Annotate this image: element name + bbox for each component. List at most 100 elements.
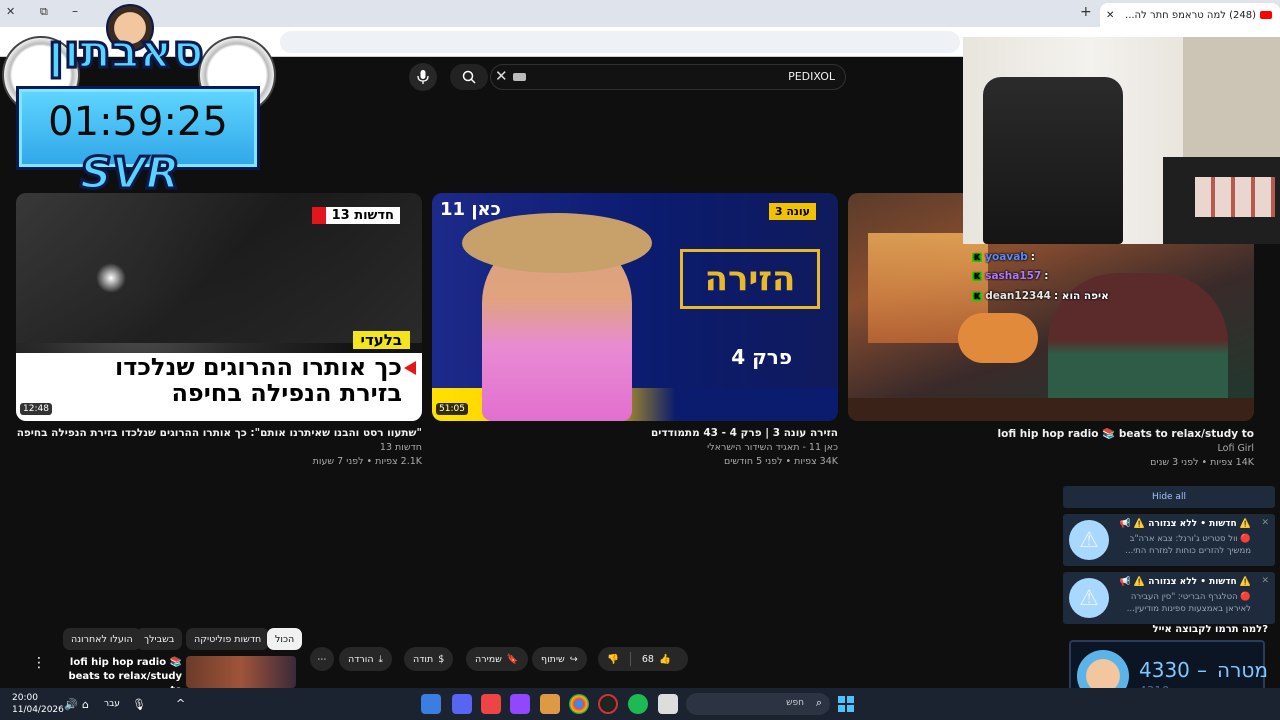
exclusive-tag: בלעדי bbox=[352, 331, 410, 349]
thanks-button[interactable]: תודה $ bbox=[404, 647, 454, 671]
chat-message: K yoavab : bbox=[972, 251, 1035, 263]
video-card[interactable]: כאן 11 עונה 3 הזירה פרק 4 51:05 הזירה עו… bbox=[432, 193, 838, 467]
close-icon[interactable]: ✕ bbox=[1261, 518, 1269, 528]
taskbar-date: 11/04/2026 bbox=[12, 705, 64, 715]
video-title[interactable]: הזירה עונה 3 | פרק 4 - 43 מתמודדים bbox=[432, 427, 838, 439]
volume-icon[interactable]: 🔊 bbox=[64, 698, 78, 711]
tab-title: (248) למה טראמפ חתר לה... bbox=[1125, 9, 1256, 21]
window-maximize-button[interactable]: ⧉ bbox=[40, 5, 48, 19]
dislike-icon[interactable]: 👎 bbox=[607, 654, 619, 665]
taskbar-search-label: חפש bbox=[786, 698, 804, 708]
clear-search-icon[interactable]: ✕ bbox=[495, 67, 508, 85]
twitch-app-icon[interactable] bbox=[510, 694, 530, 714]
tab-close-icon[interactable]: ✕ bbox=[1106, 10, 1114, 21]
video-stats: 34K צפיות • לפני 5 חודשים bbox=[723, 456, 838, 467]
season-badge: עונה 3 bbox=[768, 203, 816, 220]
video-card[interactable]: חדשות 13 בלעדי כך אותרו ההרוגים שנלכדו ב… bbox=[16, 193, 422, 467]
close-icon[interactable]: ✕ bbox=[1261, 576, 1269, 586]
file-explorer-icon[interactable] bbox=[658, 694, 678, 714]
warning-icon: ⚠ bbox=[1069, 520, 1109, 560]
channel-name[interactable]: כאן 11 - תאגיד השידור הישראלי bbox=[432, 442, 838, 453]
obs-app-icon[interactable] bbox=[598, 694, 618, 714]
thumb-desk bbox=[848, 398, 1254, 421]
chrome-app-icon[interactable] bbox=[569, 694, 589, 714]
search-icon bbox=[462, 70, 476, 84]
chip-politics-news[interactable]: חדשות פוליטיקה bbox=[186, 628, 270, 650]
show-logo: הזירה bbox=[680, 249, 820, 309]
save-button[interactable]: שמירה 🔖 bbox=[466, 647, 528, 671]
tray-chevron-icon[interactable]: ^ bbox=[176, 697, 185, 710]
thanks-icon: $ bbox=[438, 653, 445, 665]
chat-text: : bbox=[1030, 251, 1035, 263]
taskbar-clock[interactable]: 20:00 11/04/2026 bbox=[12, 692, 64, 716]
download-button[interactable]: הורדה ⤓ bbox=[339, 647, 392, 671]
thumb-channel-logo: כאן 11 bbox=[440, 199, 501, 220]
thumb-headline-1: כך אותרו ההרוגים שנלכדו bbox=[114, 353, 402, 381]
thanks-label: תודה bbox=[413, 653, 434, 665]
mic-tray-icon[interactable]: 🎙 bbox=[132, 698, 146, 711]
discord-app-icon[interactable] bbox=[452, 694, 472, 714]
search-query: PEDIXOL bbox=[788, 70, 835, 83]
language-indicator[interactable]: עבר bbox=[104, 699, 120, 709]
video-stats: 2.1K צפיות • לפני 7 שעות bbox=[312, 456, 422, 467]
video-thumbnail[interactable]: כאן 11 עונה 3 הזירה פרק 4 51:05 bbox=[432, 193, 838, 421]
taskbar-search[interactable]: ⌕ חפש bbox=[686, 693, 830, 715]
browser-tab-active[interactable]: (248) למה טראמפ חתר לה... ✕ bbox=[1100, 3, 1280, 27]
chip-recently-uploaded[interactable]: הועלו לאחרונה bbox=[63, 628, 141, 650]
search-input[interactable]: ✕ PEDIXOL bbox=[490, 64, 846, 90]
svr-tag: SVR bbox=[79, 147, 182, 201]
webcam-photos bbox=[1195, 177, 1275, 217]
windows-start-icon[interactable] bbox=[838, 696, 854, 712]
more-icon: ⋯ bbox=[317, 653, 327, 665]
video-duration: 51:05 bbox=[436, 403, 468, 415]
app-icon[interactable] bbox=[540, 694, 560, 714]
youtube-favicon-icon bbox=[1260, 11, 1272, 19]
video-title[interactable]: "שתעוו רסט והבנו שאיתרנו אותם": כך אותרו… bbox=[16, 427, 422, 439]
new-tab-button[interactable]: + bbox=[1080, 4, 1092, 20]
chip-all[interactable]: הכול bbox=[267, 628, 303, 650]
chip-for-you[interactable]: בשבילך bbox=[136, 628, 183, 650]
spotify-app-icon[interactable] bbox=[628, 694, 648, 714]
episode-label: פרק 4 bbox=[731, 345, 792, 369]
window-minimize-button[interactable]: – bbox=[72, 4, 78, 18]
chat-text: : bbox=[1044, 270, 1049, 282]
notification-card[interactable]: ⚠ ⚠️ חדשות • ללא צנזורה ⚠️ 📢 🔴 הטלגרף הב… bbox=[1063, 572, 1275, 624]
window-close-button[interactable]: ✕ bbox=[6, 5, 15, 18]
mini-player-thumbnail[interactable] bbox=[186, 656, 296, 688]
hide-all-notifications-button[interactable]: Hide all bbox=[1063, 486, 1275, 508]
video-title[interactable]: lofi hip hop radio 📚 beats to relax/stud… bbox=[848, 427, 1254, 440]
voice-search-button[interactable] bbox=[409, 63, 437, 91]
text-cursor bbox=[513, 73, 526, 81]
notification-card[interactable]: ⚠ ⚠️ חדשות • ללא צנזורה ⚠️ 📢 🔴 וול סטריט… bbox=[1063, 514, 1275, 566]
address-input[interactable] bbox=[280, 31, 960, 53]
save-label: שמירה bbox=[475, 653, 502, 665]
channel-name[interactable]: Lofi Girl bbox=[848, 443, 1255, 454]
channel-name[interactable]: חדשות 13 bbox=[16, 442, 422, 453]
search-button[interactable] bbox=[450, 64, 488, 90]
download-icon: ⤓ bbox=[378, 653, 383, 665]
like-dislike-group[interactable]: 👎 68 👍 bbox=[598, 647, 688, 671]
share-icon: ↪ bbox=[569, 653, 578, 665]
goal-label: מטרה bbox=[1217, 658, 1268, 682]
goal-current: 4330 bbox=[1139, 658, 1190, 682]
warning-icon: ⚠ bbox=[1069, 578, 1109, 618]
notification-title: ⚠️ חדשות • ללא צנזורה ⚠️ 📢 bbox=[1119, 577, 1251, 587]
video-thumbnail[interactable]: חדשות 13 בלעדי כך אותרו ההרוגים שנלכדו ב… bbox=[16, 193, 422, 421]
share-label: שיתוף bbox=[541, 653, 565, 665]
like-icon[interactable]: 👍 bbox=[659, 654, 671, 665]
thumb-headline-2: בזירת הנפילה בחיפה bbox=[171, 379, 402, 407]
search-icon: ⌕ bbox=[815, 696, 822, 709]
like-count: 68 bbox=[641, 653, 654, 665]
like-divider bbox=[629, 652, 631, 666]
share-button[interactable]: שיתוף ↪ bbox=[532, 647, 587, 671]
wifi-icon[interactable]: ⌂ bbox=[82, 698, 89, 711]
app-icon[interactable] bbox=[481, 694, 501, 714]
thumb-hat bbox=[462, 213, 652, 273]
more-actions-button[interactable]: ⋯ bbox=[310, 647, 334, 671]
webcam-overlay bbox=[963, 37, 1280, 244]
taskbar-time: 20:00 bbox=[12, 693, 38, 703]
telegram-app-icon[interactable] bbox=[421, 694, 441, 714]
channel-badge: חדשות 13 bbox=[311, 207, 400, 224]
chat-username: dean12344 bbox=[985, 290, 1051, 302]
mini-player-menu-icon[interactable]: ⋮ bbox=[32, 655, 46, 671]
